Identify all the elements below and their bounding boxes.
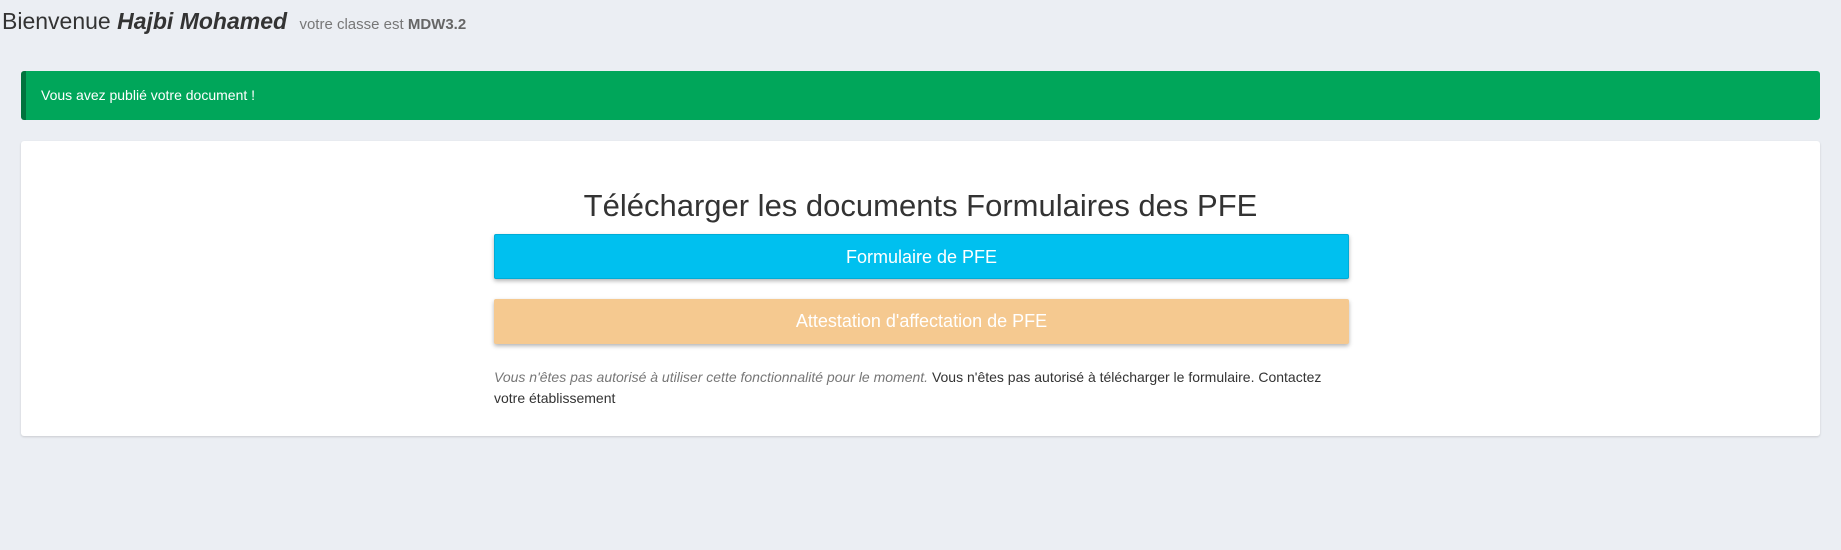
class-info: votre classe est MDW3.2 [299, 16, 466, 33]
note-italic: Vous n'êtes pas autorisé à utiliser cett… [494, 369, 929, 385]
class-name: MDW3.2 [407, 16, 467, 33]
formulaire-pfe-button[interactable]: Formulaire de PFE [494, 234, 1349, 279]
greeting: Bienvenue [2, 8, 111, 34]
authorization-note: Vous n'êtes pas autorisé à utiliser cett… [494, 367, 1354, 409]
welcome-header: Bienvenue Hajbi Mohamed votre classe est… [2, 8, 466, 35]
class-prefix: votre classe est [299, 16, 404, 33]
success-alert: Vous avez publié votre document ! [21, 71, 1820, 120]
attestation-affectation-button[interactable]: Attestation d'affectation de PFE [494, 299, 1349, 344]
page-title: Télécharger les documents Formulaires de… [583, 188, 1258, 223]
user-name: Hajbi Mohamed [117, 8, 288, 34]
